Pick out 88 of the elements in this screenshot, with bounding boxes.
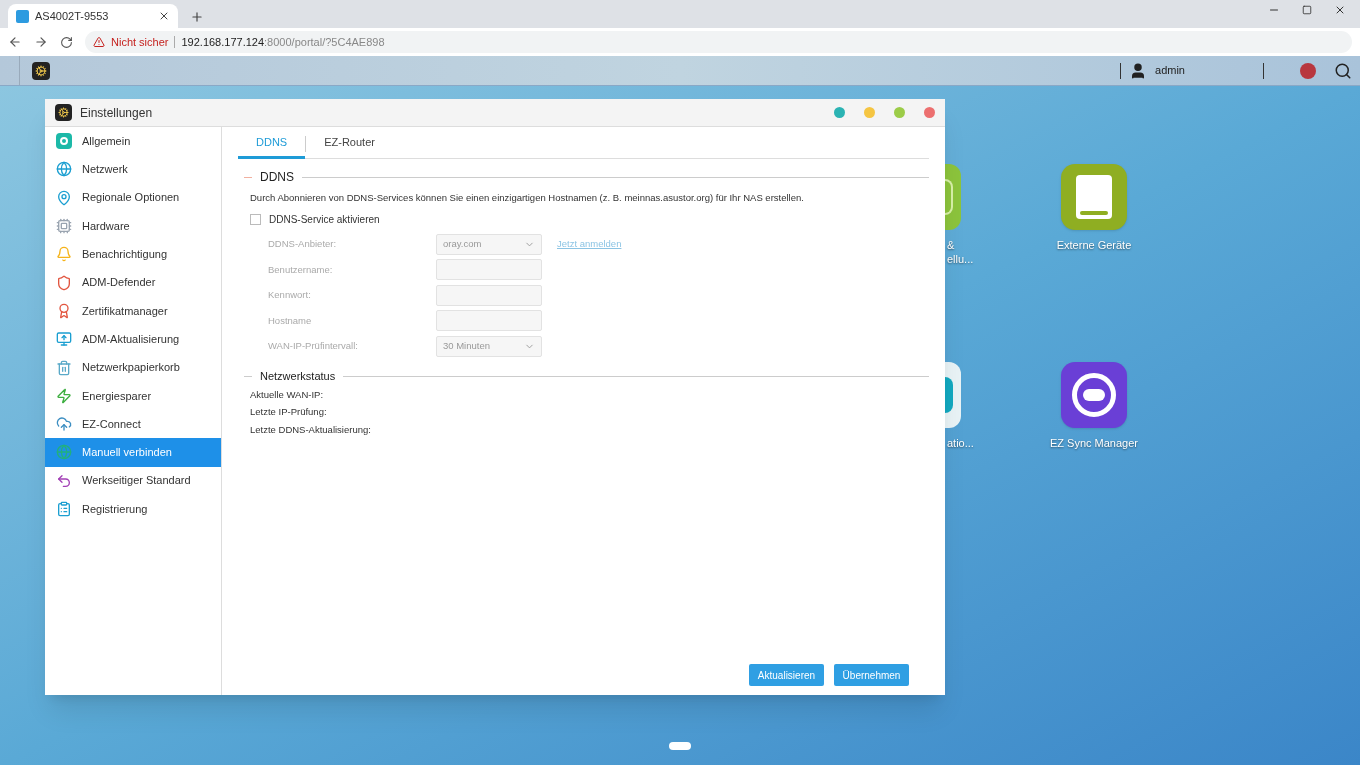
sidebar-label: Manuell verbinden: [82, 445, 172, 461]
field-label: WAN-IP-Prüfintervall:: [268, 339, 359, 354]
close-icon[interactable]: [158, 10, 170, 22]
dock-handle[interactable]: [669, 742, 691, 750]
window-control[interactable]: [834, 107, 845, 118]
menu-item-icon: [56, 472, 72, 489]
window-title: Einstellungen: [80, 104, 154, 122]
app-label: atio...: [947, 436, 974, 450]
search-icon[interactable]: [1334, 61, 1352, 80]
sidebar-item[interactable]: Werkseitiger Standard: [45, 466, 221, 495]
checkbox[interactable]: [250, 214, 261, 226]
sidebar-item[interactable]: ADM-Aktualisierung: [45, 325, 221, 354]
address-bar[interactable]: Nicht sicher 192.168.177.124:8000/portal/?5C4AE898: [85, 31, 1352, 53]
app-label: &: [947, 238, 955, 252]
sidebar-item[interactable]: Netzwerk: [45, 155, 221, 184]
app-icon[interactable]: [1061, 362, 1127, 428]
description-text: Durch Abonnieren von DDNS-Services können Sie einen einzigartigen Hostnamen (z. B. meinnas.asustor.org) für Ihr NAS erstellen.: [250, 191, 805, 205]
sidebar-item[interactable]: Regionale Optionen: [45, 183, 221, 212]
status-label: Aktuelle WAN-IP:: [250, 387, 325, 402]
sidebar-label: Benachrichtigung: [82, 247, 167, 263]
sidebar-label: Registrierung: [82, 501, 148, 517]
menu-item-icon: [56, 416, 72, 433]
close-icon[interactable]: [1334, 4, 1346, 16]
checkbox-label: DDNS-Service aktivieren: [269, 213, 380, 228]
app-label: EZ Sync Manager: [1049, 436, 1138, 450]
url-text: 192.168.177.124:8000/portal/?5C4AE898: [181, 34, 385, 50]
sidebar-label: Zertifikatmanager: [82, 303, 168, 319]
field-label: Kennwort:: [268, 288, 312, 303]
sidebar-label: Netzwerkpapierkorb: [82, 360, 180, 376]
section-heading: DDNS: [260, 169, 294, 186]
sidebar-label: EZ-Connect: [82, 416, 141, 432]
site-icon: [16, 9, 29, 23]
sidebar-label: Werkseitiger Standard: [82, 473, 191, 489]
sidebar-label: Hardware: [82, 218, 130, 234]
sidebar-item[interactable]: Registrierung: [45, 494, 221, 524]
menu-item-icon: [56, 218, 72, 235]
reload-icon[interactable]: [60, 35, 73, 49]
status-label: Letzte DDNS-Aktualisierung:: [250, 422, 372, 437]
sidebar-item[interactable]: Energiesparer: [45, 381, 221, 410]
app-icon: [56, 133, 72, 150]
sidebar-item[interactable]: Allgemein: [45, 127, 221, 156]
new-tab-icon[interactable]: [190, 10, 204, 24]
user-name[interactable]: admin: [1155, 62, 1185, 79]
security-label: Nicht sicher: [111, 34, 169, 50]
sidebar-label: ADM-Aktualisierung: [82, 331, 180, 347]
menu-item-icon: [56, 387, 72, 404]
menu-item-icon: [56, 302, 72, 319]
browser-tab[interactable]: AS4002T-9553: [8, 4, 178, 28]
app-icon[interactable]: [1061, 164, 1127, 230]
sidebar-item[interactable]: EZ-Connect: [45, 409, 221, 439]
menu-item-icon: [56, 359, 72, 376]
settings-app-icon: [55, 104, 72, 121]
window-control[interactable]: [864, 107, 875, 118]
section-heading: Netzwerkstatus: [260, 369, 336, 385]
sidebar-item[interactable]: Hardware: [45, 211, 221, 241]
sidebar-item[interactable]: Benachrichtigung: [45, 240, 221, 269]
maximize-icon[interactable]: [1302, 5, 1312, 15]
menu-item-icon: [56, 189, 72, 206]
sidebar-item[interactable]: Zertifikatmanager: [45, 296, 221, 326]
menu-item-icon: [56, 501, 72, 517]
tab-title: AS4002T-9553: [35, 8, 110, 24]
sidebar-label: ADM-Defender: [82, 275, 156, 291]
field-label: DDNS-Anbieter:: [268, 236, 338, 251]
status-label: Letzte IP-Prüfung:: [250, 405, 328, 419]
back-icon[interactable]: [8, 35, 22, 49]
sidebar-label: Regionale Optionen: [82, 190, 180, 206]
menu-item-icon: [56, 274, 72, 291]
app-label: ellu...: [947, 252, 974, 266]
sidebar-label: Energiesparer: [82, 388, 152, 404]
app-label: Externe Geräte: [1056, 238, 1132, 252]
field-label: Benutzername:: [268, 262, 334, 277]
sidebar-label: Allgemein: [82, 133, 131, 149]
menu-item-icon: [56, 161, 72, 178]
menu-item-icon: [56, 444, 72, 461]
sidebar-item[interactable]: Netzwerkpapierkorb: [45, 353, 221, 382]
sidebar-label: Netzwerk: [82, 162, 128, 178]
window-control[interactable]: [924, 107, 935, 118]
sidebar-item[interactable]: ADM-Defender: [45, 268, 221, 297]
settings-app-icon[interactable]: [32, 61, 50, 80]
field-label: Hostname: [268, 313, 313, 328]
warning-icon: [93, 36, 105, 48]
tab[interactable]: EZ-Router: [306, 129, 393, 159]
status-icon[interactable]: [1300, 62, 1316, 79]
menu-item-icon: [56, 331, 72, 348]
app-icon[interactable]: [945, 362, 961, 428]
window-control[interactable]: [894, 107, 905, 118]
menu-item-icon: [56, 246, 72, 263]
forward-icon[interactable]: [34, 35, 48, 49]
